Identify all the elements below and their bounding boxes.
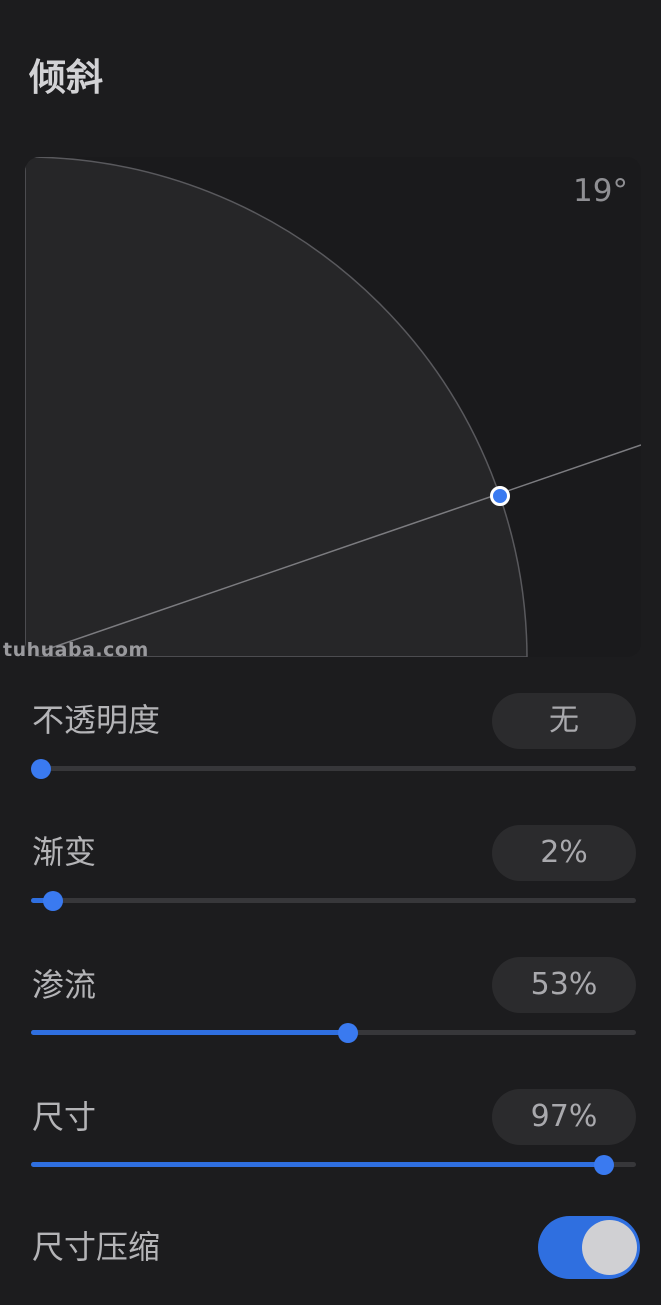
gradation-label: 渐变 [32,833,97,871]
bleed-slider-thumb[interactable] [338,1023,359,1043]
size-compression-toggle[interactable] [538,1216,640,1279]
tilt-quarter-disc [25,157,528,657]
bleed-label: 渗流 [32,966,97,1004]
bleed-value-pill[interactable]: 53% [492,957,636,1013]
tilt-handle[interactable] [490,486,510,506]
section-title: 倾斜 [29,56,103,99]
tilt-graph [25,157,641,657]
watermark: tuhuaba.com [3,639,149,661]
size-value-pill[interactable]: 97% [492,1089,636,1145]
size-slider-thumb[interactable] [593,1155,614,1175]
opacity-slider[interactable] [31,759,636,779]
tilt-pad[interactable]: 19° [25,157,641,657]
size-slider-fill [31,1162,604,1167]
gradation-slider[interactable] [31,891,636,911]
gradation-value-pill[interactable]: 2% [492,825,636,881]
bleed-slider[interactable] [31,1023,636,1043]
size-label: 尺寸 [32,1098,97,1136]
opacity-slider-thumb[interactable] [31,759,51,779]
tilt-angle-readout: 19° [573,173,628,209]
bleed-slider-fill [31,1030,349,1035]
size-slider[interactable] [31,1155,636,1175]
gradation-slider-thumb[interactable] [42,891,63,911]
size-compression-label: 尺寸压缩 [32,1228,161,1266]
toggle-knob [582,1220,637,1275]
opacity-value-pill[interactable]: 无 [492,693,636,749]
opacity-label: 不透明度 [32,701,161,739]
